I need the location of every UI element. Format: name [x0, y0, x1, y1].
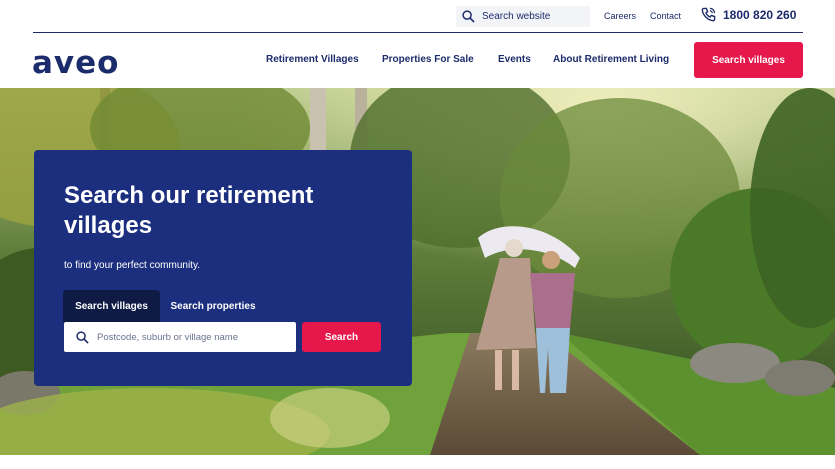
phone-number: 1800 820 260: [723, 7, 797, 22]
nav-events[interactable]: Events: [498, 54, 531, 65]
search-icon: [462, 10, 475, 23]
careers-link[interactable]: Careers: [604, 11, 636, 21]
hero-subheading: to find your perfect community.: [64, 260, 200, 271]
nav-properties-for-sale[interactable]: Properties For Sale: [382, 54, 474, 65]
phone-link[interactable]: 1800 820 260: [701, 7, 796, 22]
hero-heading: Search our retirement villages: [64, 182, 314, 239]
search-icon: [76, 330, 89, 344]
village-search-card: Search our retirement villages to find y…: [34, 150, 412, 386]
tab-search-villages[interactable]: Search villages: [63, 290, 160, 322]
search-button[interactable]: Search: [302, 322, 381, 352]
search-villages-button[interactable]: Search villages: [694, 42, 803, 78]
hero-bottom-gap: [0, 455, 835, 469]
site-search[interactable]: Search website: [456, 6, 590, 27]
main-nav: aveo Retirement Villages Properties For …: [0, 33, 835, 88]
location-search-placeholder: Postcode, suburb or village name: [97, 331, 238, 343]
site-search-label: Search website: [482, 11, 551, 22]
utility-bar: Search website Careers Contact 1800 820 …: [0, 0, 835, 32]
location-search-input[interactable]: Postcode, suburb or village name: [64, 322, 296, 352]
nav-about-retirement-living[interactable]: About Retirement Living: [553, 54, 669, 65]
contact-link[interactable]: Contact: [650, 11, 681, 21]
nav-retirement-villages[interactable]: Retirement Villages: [266, 54, 359, 65]
aveo-logo[interactable]: aveo: [32, 45, 119, 81]
tab-search-properties[interactable]: Search properties: [160, 290, 266, 322]
phone-icon: [701, 7, 716, 22]
